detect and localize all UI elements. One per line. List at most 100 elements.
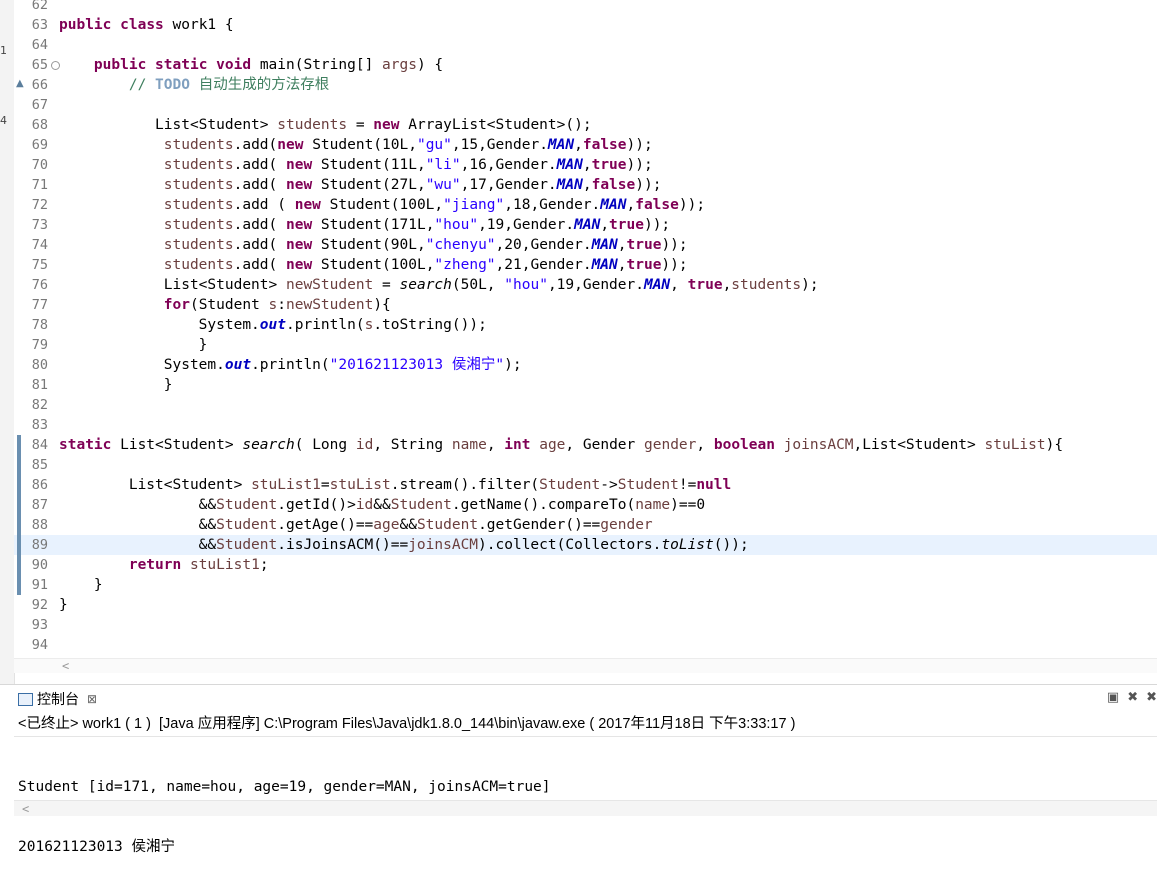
code-line[interactable]: 85	[14, 455, 1157, 475]
code-line[interactable]: 93	[14, 615, 1157, 635]
code-line[interactable]: 89 &&Student.isJoinsACM()==joinsACM).col…	[14, 535, 1157, 555]
console-horizontal-scrollbar[interactable]: <	[14, 800, 1157, 816]
code-line[interactable]: 86 List<Student> stuList1=stuList.stream…	[14, 475, 1157, 495]
code-line[interactable]: 71 students.add( new Student(27L,"wu",17…	[14, 175, 1157, 195]
tab-console[interactable]: 控制台 ⊠	[18, 690, 97, 708]
remove-all-terminated-icon[interactable]: ✖	[1146, 690, 1157, 705]
code-line[interactable]: 82	[14, 395, 1157, 415]
line-number: 66	[31, 77, 48, 93]
line-number: 75	[31, 257, 48, 273]
console-output-line: Student [id=171, name=hou, age=19, gende…	[18, 779, 551, 795]
line-number: 89	[31, 537, 48, 553]
code-text: public class work1 {	[59, 17, 234, 33]
code-text: for(Student s:newStudent){	[163, 297, 391, 313]
line-number: 90	[31, 557, 48, 573]
code-line[interactable]: 80 System.out.println("201621123013 侯湘宁"…	[14, 355, 1157, 375]
code-line[interactable]: 87 &&Student.getId()>id&&Student.getName…	[14, 495, 1157, 515]
code-line[interactable]: 84 static List<Student> search( Long id, …	[14, 435, 1157, 455]
line-number: 69	[31, 137, 48, 153]
code-text: List<Student> students = new ArrayList<S…	[59, 117, 592, 133]
code-line[interactable]: ▲ 66 // TODO 自动生成的方法存根	[14, 75, 1157, 95]
close-tab-icon[interactable]: ⊠	[87, 690, 97, 708]
scroll-left-icon[interactable]: <	[62, 659, 69, 673]
code-line[interactable]: 63 public class work1 {	[14, 15, 1157, 35]
scroll-left-icon[interactable]: <	[22, 802, 29, 816]
code-text: &&Student.getAge()==age&&Student.getGend…	[59, 517, 653, 533]
code-text: students.add( new Student(100L,"zheng",2…	[163, 257, 688, 273]
console-view-header: 控制台 ⊠ ▣ ✖ ✖	[0, 684, 1157, 713]
code-text: }	[59, 377, 173, 393]
line-number: 72	[31, 197, 48, 213]
line-number: 88	[31, 517, 48, 533]
code-line[interactable]: 62	[14, 0, 1157, 15]
code-text: }	[59, 597, 68, 613]
code-text: students.add( new Student(27L,"wu",17,Ge…	[163, 177, 662, 193]
code-line[interactable]: 69 students.add(new Student(10L,"gu",15,…	[14, 135, 1157, 155]
line-number: 93	[31, 617, 48, 633]
code-line[interactable]: 81 }	[14, 375, 1157, 395]
code-line[interactable]: 72 students.add ( new Student(100L,"jian…	[14, 195, 1157, 215]
code-line[interactable]: 74 students.add( new Student(90L,"chenyu…	[14, 235, 1157, 255]
line-number: 86	[31, 477, 48, 493]
code-text: // TODO 自动生成的方法存根	[128, 77, 330, 93]
code-text: List<Student> stuList1=stuList.stream().…	[59, 477, 732, 493]
remove-launch-icon[interactable]: ✖	[1127, 690, 1138, 705]
code-line[interactable]: 79 }	[14, 335, 1157, 355]
code-text: }	[59, 577, 103, 593]
line-number: 91	[31, 577, 48, 593]
line-number: 77	[31, 297, 48, 313]
code-line[interactable]: 91 }	[14, 575, 1157, 595]
code-text: static List<Student> search( Long id, St…	[59, 437, 1064, 453]
line-number: 78	[31, 317, 48, 333]
code-text: public static void main(String[] args) {	[93, 57, 444, 73]
line-number: 67	[31, 97, 48, 113]
code-line[interactable]: 83	[14, 415, 1157, 435]
line-number: 74	[31, 237, 48, 253]
line-number: 94	[31, 637, 48, 653]
code-line[interactable]: 75 students.add( new Student(100L,"zheng…	[14, 255, 1157, 275]
line-number: 82	[31, 397, 48, 413]
code-line[interactable]: 78 System.out.println(s.toString());	[14, 315, 1157, 335]
line-number: 81	[31, 377, 48, 393]
console-output-line: 201621123013 侯湘宁	[18, 839, 175, 855]
code-text: &&Student.isJoinsACM()==joinsACM).collec…	[59, 537, 749, 553]
code-line[interactable]: 92}	[14, 595, 1157, 615]
code-line[interactable]: 77 for(Student s:newStudent){	[14, 295, 1157, 315]
code-line[interactable]: 65 public static void main(String[] args…	[14, 55, 1157, 75]
code-text: System.out.println("201621123013 侯湘宁");	[59, 357, 522, 373]
line-number: 65	[31, 57, 48, 73]
line-number: 79	[31, 337, 48, 353]
code-line[interactable]: 67	[14, 95, 1157, 115]
line-number: 62	[31, 0, 48, 13]
line-number: 85	[31, 457, 48, 473]
code-text: &&Student.getId()>id&&Student.getName().…	[59, 497, 706, 513]
code-text: students.add( new Student(11L,"li",16,Ge…	[163, 157, 653, 173]
gutter-marker-a: 1	[0, 44, 7, 57]
console-icon	[18, 692, 33, 706]
code-line[interactable]: 90 return stuList1;	[14, 555, 1157, 575]
tab-console-label: 控制台	[37, 691, 79, 707]
code-line[interactable]: 73 students.add( new Student(171L,"hou",…	[14, 215, 1157, 235]
code-text: students.add(new Student(10L,"gu",15,Gen…	[163, 137, 653, 153]
line-number: 83	[31, 417, 48, 433]
line-number: 84	[31, 437, 48, 453]
code-line[interactable]: 68 List<Student> students = new ArrayLis…	[14, 115, 1157, 135]
code-line[interactable]: 70 students.add( new Student(11L,"li",16…	[14, 155, 1157, 175]
console-toolbar: ▣ ✖ ✖	[1107, 690, 1157, 705]
console-process-status: <已终止> work1 ( 1 ) [Java 应用程序] C:\Program…	[18, 716, 796, 732]
code-line[interactable]: 76 List<Student> newStudent = search(50L…	[14, 275, 1157, 295]
line-number: 87	[31, 497, 48, 513]
code-text: students.add ( new Student(100L,"jiang",…	[163, 197, 706, 213]
code-editor[interactable]: 62 63 public class work1 {64 65 public stat…	[14, 0, 1157, 658]
display-selected-console-icon[interactable]: ▣	[1107, 690, 1119, 705]
code-text: System.out.println(s.toString());	[59, 317, 487, 333]
code-line[interactable]: 64	[14, 35, 1157, 55]
code-line[interactable]: 94	[14, 635, 1157, 655]
code-text: students.add( new Student(171L,"hou",19,…	[163, 217, 671, 233]
line-number: 92	[31, 597, 48, 613]
line-number: 76	[31, 277, 48, 293]
editor-horizontal-scrollbar[interactable]: <	[14, 658, 1157, 673]
code-line[interactable]: 88 &&Student.getAge()==age&&Student.getG…	[14, 515, 1157, 535]
code-text: return stuList1;	[128, 557, 269, 573]
left-gutter-strip: 1 4	[0, 0, 15, 690]
